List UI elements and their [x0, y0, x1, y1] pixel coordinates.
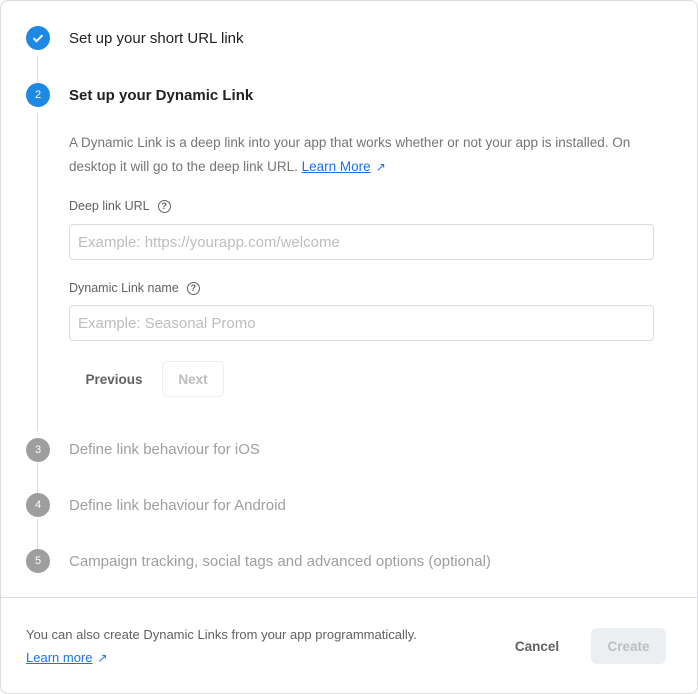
step-description: A Dynamic Link is a deep link into your … — [69, 131, 659, 179]
step-5-badge: 5 — [26, 549, 50, 573]
deep-link-url-input[interactable] — [69, 224, 654, 260]
external-link-icon: ↗ — [97, 651, 108, 665]
previous-button[interactable]: Previous — [73, 361, 155, 397]
step-4-badge: 4 — [26, 493, 50, 517]
step-complete-check-icon — [26, 26, 50, 50]
deep-link-label: Deep link URL? — [69, 199, 171, 213]
link-name-label: Dynamic Link name? — [69, 281, 200, 295]
create-button[interactable]: Create — [591, 628, 666, 664]
footer-text: You can also create Dynamic Links from y… — [26, 627, 417, 642]
step-connector — [37, 56, 38, 83]
step-2-title: Set up your Dynamic Link — [69, 87, 254, 104]
external-link-icon: ↗ — [375, 160, 386, 174]
step-connector — [37, 113, 38, 431]
footer-learn-more-link[interactable]: Learn more — [26, 650, 92, 665]
help-icon[interactable]: ? — [157, 199, 171, 213]
step-3-title: Define link behaviour for iOS — [69, 441, 260, 458]
deep-link-label-text: Deep link URL — [69, 199, 150, 213]
step-3-badge: 3 — [26, 438, 50, 462]
dynamic-link-name-input[interactable] — [69, 305, 654, 341]
next-button[interactable]: Next — [162, 361, 224, 397]
step-4-title: Define link behaviour for Android — [69, 497, 286, 514]
footer-learn-more: Learn more ↗ — [26, 650, 108, 665]
step-connector — [37, 463, 38, 493]
link-name-label-text: Dynamic Link name — [69, 281, 179, 295]
cancel-button[interactable]: Cancel — [501, 628, 573, 664]
create-dynamic-link-card: Set up your short URL link 2 Set up your… — [0, 0, 698, 694]
step-2-badge: 2 — [26, 83, 50, 107]
learn-more-link[interactable]: Learn More — [302, 159, 371, 174]
help-icon[interactable]: ? — [186, 281, 200, 295]
step-1-title[interactable]: Set up your short URL link — [69, 30, 244, 47]
footer-divider — [1, 597, 698, 598]
step-5-title: Campaign tracking, social tags and advan… — [69, 553, 491, 570]
step-connector — [37, 519, 38, 549]
